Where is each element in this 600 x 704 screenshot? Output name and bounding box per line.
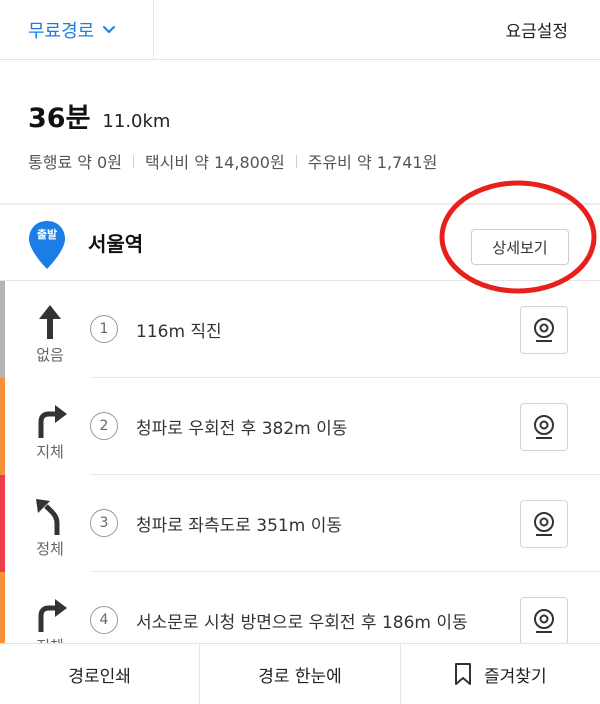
chevron-down-icon xyxy=(103,25,116,33)
route-option-dropdown[interactable]: 무료경로 xyxy=(0,0,154,59)
step-number: 4 xyxy=(90,606,118,634)
step-instruction: 116m 직진 xyxy=(136,321,222,342)
step-number: 1 xyxy=(90,315,118,343)
step-number: 3 xyxy=(90,509,118,537)
start-pin-icon: 출발 xyxy=(26,219,68,275)
print-route-button[interactable]: 경로인쇄 xyxy=(0,644,199,704)
turn-right-arrow-icon xyxy=(38,405,67,438)
route-steps-list: 없음 1 116m 직진 지체 2 청파로 우회전 후 382m 이동 정체 3… xyxy=(0,281,600,643)
route-step[interactable]: 정체 3 청파로 좌측도로 351m 이동 xyxy=(0,475,600,572)
route-option-label: 무료경로 xyxy=(28,20,95,42)
step-instruction: 청파로 좌측도로 351m 이동 xyxy=(136,515,342,536)
route-step[interactable]: 지체 4 서소문로 시청 방면으로 우회전 후 186m 이동 xyxy=(0,572,600,643)
toll-cost: 통행료 약 0원 xyxy=(28,153,122,172)
traffic-status: 정체 xyxy=(36,540,64,558)
turn-right-arrow-icon xyxy=(38,599,67,632)
route-overview-button[interactable]: 경로 한눈에 xyxy=(199,644,399,704)
top-bar: 무료경로 요금설정 xyxy=(0,0,600,60)
traffic-bar xyxy=(0,572,5,643)
traffic-status: 지체 xyxy=(0,635,100,643)
camera-icon xyxy=(534,318,554,342)
route-step[interactable]: 지체 2 청파로 우회전 후 382m 이동 xyxy=(0,378,600,475)
route-duration: 36분 xyxy=(28,103,91,134)
favorite-button[interactable]: 즐겨찾기 xyxy=(399,644,600,704)
route-summary: 36분 11.0km 통행료 약 0원 택시비 약 14,800원 주유비 약 … xyxy=(28,96,588,173)
fare-setting-button[interactable]: 요금설정 xyxy=(505,0,568,59)
favorite-label: 즐겨찾기 xyxy=(484,666,547,687)
fuel-cost: 주유비 약 1,741원 xyxy=(307,153,438,172)
route-costs: 통행료 약 0원 택시비 약 14,800원 주유비 약 1,741원 xyxy=(28,149,588,173)
print-route-label: 경로인쇄 xyxy=(68,666,131,687)
traffic-status: 지체 xyxy=(36,443,64,461)
keep-left-arrow-icon xyxy=(36,499,60,535)
camera-icon xyxy=(534,415,554,439)
detail-view-button[interactable]: 상세보기 xyxy=(471,229,569,265)
traffic-status: 없음 xyxy=(36,346,64,364)
bottom-action-bar: 경로인쇄 경로 한눈에 즐겨찾기 xyxy=(0,643,600,704)
cctv-button[interactable] xyxy=(520,306,568,354)
start-location-name: 서울역 xyxy=(88,232,144,256)
step-instruction: 청파로 우회전 후 382m 이동 xyxy=(136,418,348,439)
bookmark-icon xyxy=(455,663,472,685)
route-overview-label: 경로 한눈에 xyxy=(258,666,342,687)
cost-divider xyxy=(295,154,297,168)
start-pin-label: 출발 xyxy=(36,228,58,241)
camera-icon xyxy=(534,609,554,633)
start-point-row: 출발 서울역 상세보기 xyxy=(0,205,600,281)
cost-divider xyxy=(132,154,134,168)
camera-icon xyxy=(534,512,554,536)
route-step[interactable]: 없음 1 116m 직진 xyxy=(0,281,600,378)
step-instruction: 서소문로 시청 방면으로 우회전 후 186m 이동 xyxy=(136,612,468,633)
cctv-button[interactable] xyxy=(520,403,568,451)
taxi-cost: 택시비 약 14,800원 xyxy=(144,153,285,172)
cctv-button[interactable] xyxy=(520,500,568,548)
cctv-button[interactable] xyxy=(520,597,568,643)
straight-arrow-icon xyxy=(39,305,61,339)
step-number: 2 xyxy=(90,412,118,440)
time-distance: 36분 11.0km xyxy=(28,96,588,135)
route-distance: 11.0km xyxy=(102,111,171,132)
